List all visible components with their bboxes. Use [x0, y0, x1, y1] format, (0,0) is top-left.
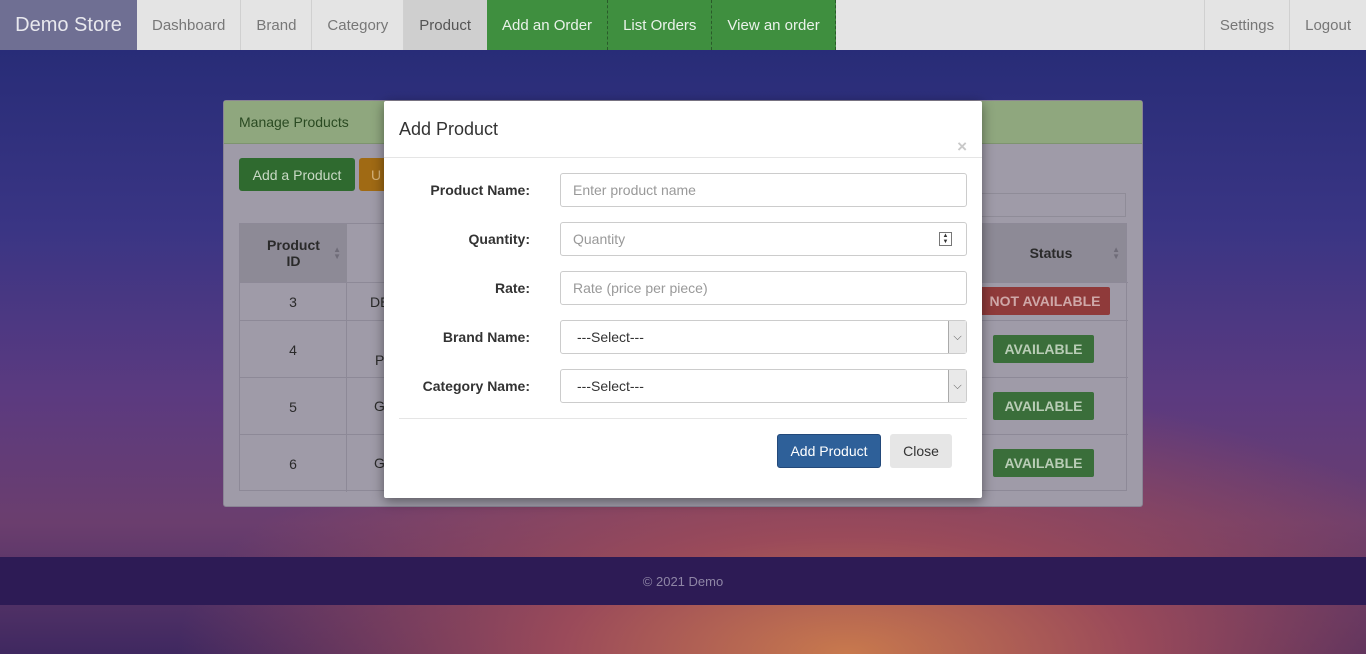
nav-brand[interactable]: Brand [241, 0, 313, 50]
modal-title: Add Product [399, 119, 499, 139]
quantity-input[interactable]: Quantity ▲ ▼ [560, 222, 967, 256]
chevron-down-icon[interactable]: ⌵ [948, 321, 966, 353]
product-name-label: Product Name: [430, 182, 530, 198]
quantity-label: Quantity: [468, 231, 530, 247]
footer-text: © 2021 Demo [642, 573, 724, 589]
status-badge: AVAILABLE [993, 335, 1094, 363]
cell-product-id: 4 [240, 321, 347, 378]
add-product-button[interactable]: Add a Product [239, 158, 355, 191]
nav-logout[interactable]: Logout [1289, 0, 1366, 50]
close-icon[interactable]: × [957, 138, 967, 155]
cell-product-name: P [375, 352, 385, 368]
nav-settings[interactable]: Settings [1203, 0, 1289, 50]
nav-view-order[interactable]: View an order [712, 0, 836, 50]
status-badge: AVAILABLE [993, 392, 1094, 420]
modal-footer-divider [399, 418, 967, 419]
column-header-status[interactable]: Status ▲ ▼ [976, 224, 1126, 282]
form-row-brand-name: Brand Name: ---Select--- ⌵ [384, 320, 982, 356]
status-badge: AVAILABLE [993, 449, 1094, 477]
quantity-spinner-icon[interactable]: ▲ ▼ [939, 232, 952, 246]
form-row-quantity: Quantity: Quantity ▲ ▼ [384, 222, 982, 258]
status-badge: NOT AVAILABLE [980, 287, 1110, 315]
nav-product[interactable]: Product [404, 0, 487, 50]
cell-product-id: 3 [240, 283, 347, 321]
sort-icon: ▲ ▼ [1112, 245, 1120, 261]
top-navbar: Demo Store Dashboard Brand Category Prod… [0, 0, 1366, 50]
category-name-selected: ---Select--- [577, 378, 644, 394]
add-product-submit-button[interactable]: Add Product [777, 434, 881, 468]
add-product-modal: Add Product × Product Name: Enter produc… [384, 101, 982, 498]
column-header-product-id[interactable]: Product ID ▲ ▼ [240, 224, 347, 282]
category-name-select[interactable]: ---Select--- ⌵ [560, 369, 967, 403]
table-search-input[interactable] [974, 193, 1126, 217]
form-row-product-name: Product Name: Enter product name [384, 173, 982, 209]
category-name-label: Category Name: [422, 378, 530, 394]
modal-header: Add Product × [384, 101, 982, 158]
chevron-down-icon[interactable]: ⌵ [948, 370, 966, 402]
brand-name-select[interactable]: ---Select--- ⌵ [560, 320, 967, 354]
nav-dashboard[interactable]: Dashboard [137, 0, 242, 50]
cell-product-id: 6 [240, 435, 347, 492]
page-footer: © 2021 Demo [0, 557, 1366, 605]
nav-category[interactable]: Category [312, 0, 405, 50]
close-button[interactable]: Close [890, 434, 952, 468]
brand-name-label: Brand Name: [442, 329, 530, 345]
brand-name-selected: ---Select--- [577, 329, 644, 345]
quantity-placeholder: Quantity [573, 231, 626, 247]
form-row-rate: Rate: Rate (price per piece) [384, 271, 982, 307]
column-header-label: Status [1029, 245, 1073, 261]
nav-add-order[interactable]: Add an Order [487, 0, 609, 50]
product-name-input[interactable]: Enter product name [560, 173, 967, 207]
nav-right-group: Settings Logout [1203, 0, 1366, 50]
rate-input[interactable]: Rate (price per piece) [560, 271, 967, 305]
rate-label: Rate: [494, 280, 530, 296]
sort-icon: ▲ ▼ [333, 245, 341, 261]
brand-logo[interactable]: Demo Store [0, 0, 137, 50]
column-header-label: Product ID [267, 237, 320, 269]
cell-product-id: 5 [240, 378, 347, 435]
form-row-category-name: Category Name: ---Select--- ⌵ [384, 369, 982, 405]
nav-list-orders[interactable]: List Orders [608, 0, 713, 50]
